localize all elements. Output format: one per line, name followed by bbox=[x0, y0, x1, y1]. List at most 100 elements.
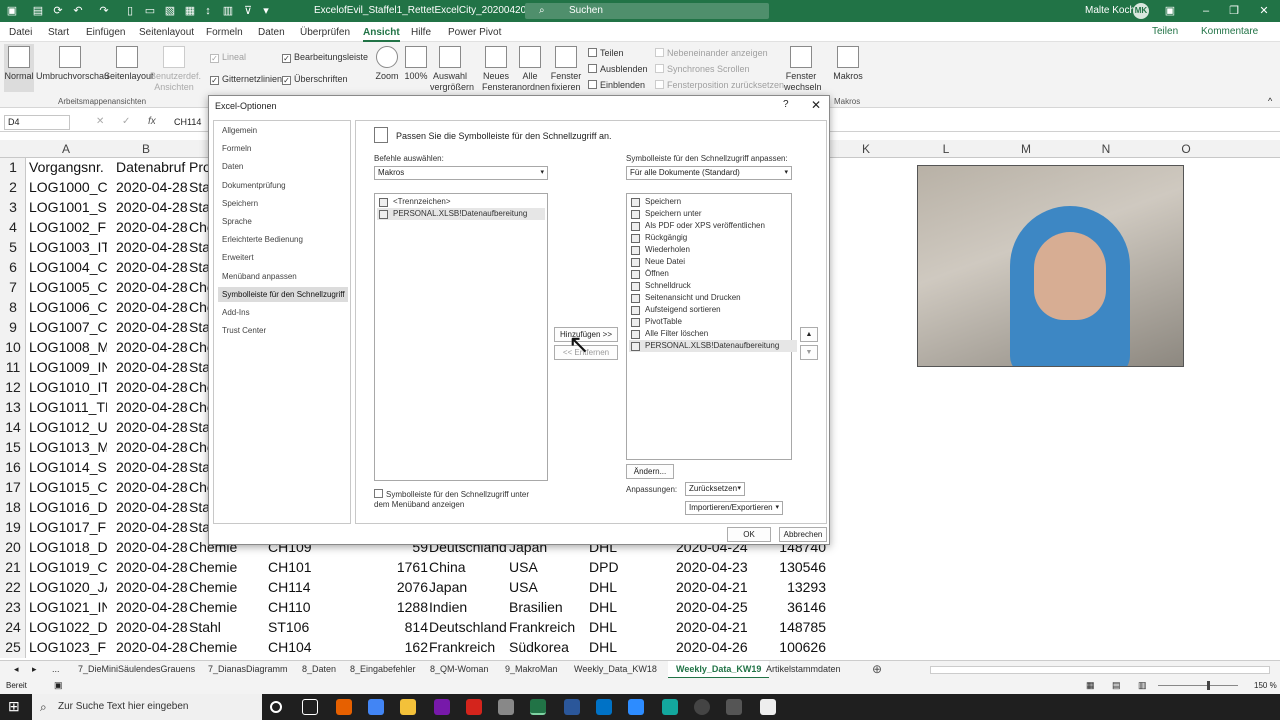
command-list-item[interactable]: Speichern bbox=[629, 196, 797, 208]
normal-view-icon[interactable]: ▦ bbox=[1086, 680, 1095, 691]
redo-icon[interactable]: ↷ bbox=[96, 3, 112, 19]
zoom-app-icon[interactable] bbox=[628, 699, 644, 715]
outlook-icon[interactable] bbox=[596, 699, 612, 715]
cell-f[interactable]: Frankreich bbox=[429, 639, 507, 655]
add-sheet-icon[interactable]: ⊕ bbox=[872, 662, 882, 676]
cell-g[interactable]: Südkorea bbox=[509, 639, 587, 655]
cell-g[interactable]: USA bbox=[509, 579, 587, 595]
file-explorer-icon[interactable] bbox=[400, 699, 416, 715]
cell-b[interactable]: 2020-04-28 bbox=[116, 579, 188, 595]
save-icon[interactable]: ▤ bbox=[30, 3, 46, 19]
sheet-tab[interactable]: 8_QM-Woman bbox=[430, 664, 488, 674]
avatar[interactable]: MK bbox=[1133, 3, 1149, 19]
cell-i[interactable]: 2020-04-21 bbox=[676, 619, 748, 635]
menu-einfuegen[interactable]: Einfügen bbox=[86, 27, 125, 38]
cell-a[interactable]: LOG1005_CH bbox=[29, 279, 107, 295]
name-box[interactable]: D4 bbox=[4, 115, 70, 130]
cell-i[interactable]: 2020-04-23 bbox=[676, 559, 748, 575]
column-header[interactable]: M bbox=[986, 142, 1066, 156]
command-list-item[interactable]: Öffnen bbox=[629, 268, 797, 280]
cell-b[interactable]: 2020-04-28 bbox=[116, 559, 188, 575]
cell-b[interactable]: 2020-04-28 bbox=[116, 379, 188, 395]
command-list-item[interactable]: PERSONAL.XLSB!Datenaufbereitung bbox=[377, 208, 545, 220]
windows-start-icon[interactable]: ⊞ bbox=[8, 698, 20, 715]
confirm-icon[interactable]: ✓ bbox=[122, 116, 130, 127]
column-header[interactable]: B bbox=[106, 142, 186, 156]
cell-c[interactable]: Sta bbox=[189, 519, 209, 535]
headings-checkbox[interactable]: ✓ Überschriften bbox=[282, 74, 348, 85]
cell-d[interactable]: ST106 bbox=[268, 619, 344, 635]
side-by-side-button[interactable]: Nebeneinander anzeigen bbox=[655, 48, 768, 58]
cortana-icon[interactable] bbox=[270, 701, 282, 713]
sheet-tab[interactable]: 7_DianasDiagramm bbox=[208, 664, 288, 674]
sheet-tab[interactable]: Weekly_Data_KW18 bbox=[574, 664, 657, 674]
excel-icon[interactable] bbox=[530, 699, 546, 715]
cell-a[interactable]: LOG1018_DE bbox=[29, 539, 107, 555]
sheet-tab[interactable]: ... bbox=[52, 664, 60, 674]
cell-c[interactable]: Sta bbox=[189, 259, 209, 275]
cell-b[interactable]: 2020-04-28 bbox=[116, 199, 188, 215]
recorder-icon[interactable] bbox=[760, 699, 776, 715]
cell-a[interactable]: LOG1012_US bbox=[29, 419, 107, 435]
cell-a[interactable]: LOG1013_MI bbox=[29, 439, 107, 455]
menu-seitenlayout[interactable]: Seitenlayout bbox=[139, 27, 194, 38]
cell-f[interactable]: Deutschland bbox=[429, 619, 507, 635]
cell-e[interactable]: 814 bbox=[348, 619, 428, 635]
prev-sheet-icon[interactable]: ◂ bbox=[14, 664, 19, 675]
menu-ueberpruefen[interactable]: Überprüfen bbox=[300, 27, 350, 38]
ribbon-display-icon[interactable]: ▣ bbox=[1160, 3, 1180, 19]
options-nav-item[interactable]: Add-Ins bbox=[218, 305, 348, 320]
cell-b[interactable]: 2020-04-28 bbox=[116, 339, 188, 355]
cell-i[interactable]: 2020-04-26 bbox=[676, 639, 748, 655]
menu-ansicht[interactable]: Ansicht bbox=[363, 27, 400, 42]
customize-icon[interactable]: ▾ bbox=[258, 3, 274, 19]
open-icon[interactable]: ▭ bbox=[142, 3, 158, 19]
cell-c[interactable]: Sta bbox=[189, 179, 209, 195]
cell-c[interactable]: Sta bbox=[189, 239, 209, 255]
cell-a[interactable]: LOG1016_DE bbox=[29, 499, 107, 515]
cell-a[interactable]: LOG1011_TH bbox=[29, 399, 107, 415]
menu-datei[interactable]: Datei bbox=[9, 27, 32, 38]
cell-b[interactable]: 2020-04-28 bbox=[116, 259, 188, 275]
menu-daten[interactable]: Daten bbox=[258, 27, 285, 38]
command-list-item[interactable]: Alle Filter löschen bbox=[629, 328, 797, 340]
cell-a[interactable]: LOG1006_CH bbox=[29, 299, 107, 315]
sheet-tab[interactable]: 8_Daten bbox=[302, 664, 336, 674]
function-icon[interactable]: fx bbox=[148, 116, 156, 127]
options-nav-item[interactable]: Trust Center bbox=[218, 323, 348, 338]
ok-button[interactable]: OK bbox=[727, 527, 771, 542]
task-view-icon[interactable] bbox=[302, 699, 318, 715]
cell-d[interactable]: CH114 bbox=[268, 579, 344, 595]
formula-bar-checkbox[interactable]: ✓ Bearbeitungsleiste bbox=[282, 52, 368, 63]
command-list-item[interactable]: Als PDF oder XPS veröffentlichen bbox=[629, 220, 797, 232]
next-sheet-icon[interactable]: ▸ bbox=[32, 664, 37, 675]
firefox-icon[interactable] bbox=[336, 699, 352, 715]
cell-b[interactable]: 2020-04-28 bbox=[116, 499, 188, 515]
restore-icon[interactable]: ❐ bbox=[1224, 3, 1244, 19]
command-list-item[interactable]: Seitenansicht und Drucken bbox=[629, 292, 797, 304]
taskbar-search[interactable]: ⌕ Zur Suche Text hier eingeben bbox=[32, 694, 262, 720]
cell-a[interactable]: LOG1017_FR bbox=[29, 519, 107, 535]
close-icon[interactable]: ✕ bbox=[1254, 3, 1274, 19]
cell-c[interactable]: Chemie bbox=[189, 599, 265, 615]
cancel-button[interactable]: Abbrechen bbox=[779, 527, 827, 542]
cell-j[interactable]: 100626 bbox=[746, 639, 826, 655]
cell-c[interactable]: Sta bbox=[189, 359, 209, 375]
cell-b[interactable]: 2020-04-28 bbox=[116, 219, 188, 235]
macro-record-icon[interactable]: ▣ bbox=[54, 680, 63, 691]
column-header[interactable]: O bbox=[1146, 142, 1226, 156]
share-button[interactable]: Teilen bbox=[1152, 26, 1178, 37]
sheet-tab[interactable]: 9_MakroMan bbox=[505, 664, 558, 674]
cell-h[interactable]: DHL bbox=[589, 579, 661, 595]
cell-c[interactable]: Chemie bbox=[189, 579, 265, 595]
cell-j[interactable]: 36146 bbox=[746, 599, 826, 615]
cell-j[interactable]: 130546 bbox=[746, 559, 826, 575]
menu-power-pivot[interactable]: Power Pivot bbox=[448, 27, 501, 38]
import-export-dropdown[interactable]: Importieren/Exportieren ▾ bbox=[685, 501, 783, 515]
cell-c[interactable]: Sta bbox=[189, 319, 209, 335]
options-nav-item[interactable]: Symbolleiste für den Schnellzugriff bbox=[218, 286, 348, 302]
zoom-button[interactable]: Zoom bbox=[372, 44, 402, 82]
cell-c[interactable]: Stahl bbox=[189, 619, 265, 635]
available-commands-list[interactable]: <Trennzeichen> PERSONAL.XLSB!Datenaufbere… bbox=[374, 193, 548, 481]
cancel-icon[interactable]: ✕ bbox=[96, 116, 104, 127]
